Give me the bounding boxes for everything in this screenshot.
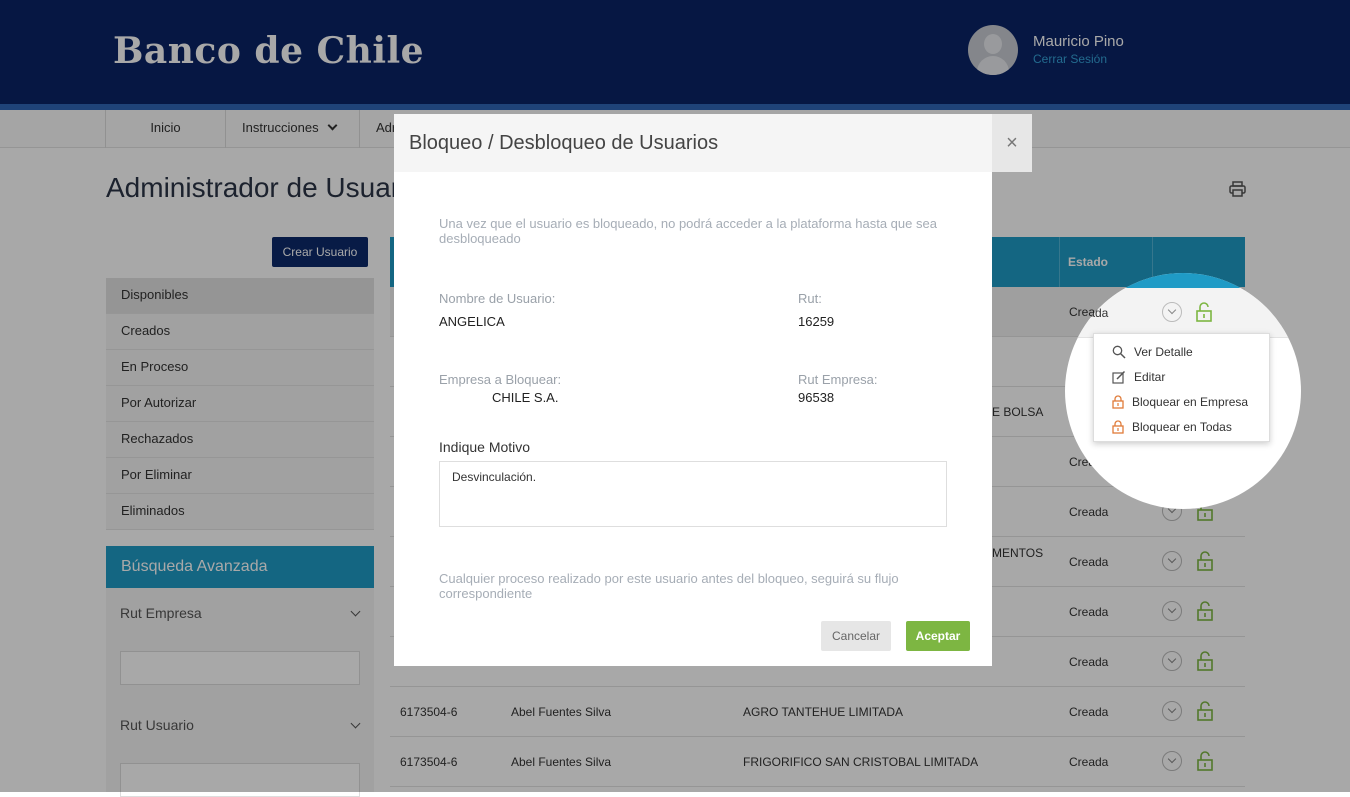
company-value: CHILE S.A. [492,390,559,405]
reason-label: Indique Motivo [439,439,531,455]
cancel-button[interactable]: Cancelar [821,621,891,651]
username-value: ANGELICA [439,314,505,329]
block-user-modal: Bloqueo / Desbloqueo de Usuarios × Una v… [394,114,1032,666]
search-icon [1112,345,1126,359]
menu-item-label: Editar [1134,370,1166,384]
menu-item-label: Bloquear en Empresa [1132,395,1249,409]
row-estado: Creada [1069,306,1109,320]
rut-value: 16259 [798,314,835,329]
process-note-text: Cualquier proceso realizado por este usu… [439,571,899,601]
modal-title: Bloqueo / Desbloqueo de Usuarios [409,132,719,154]
modal-header: Bloqueo / Desbloqueo de Usuarios × [394,114,1032,172]
reason-textarea[interactable]: Desvinculación. [439,461,947,527]
edit-icon [1112,370,1126,384]
block-warning-text: Una vez que el usuario es bloqueado, no … [439,216,937,246]
username-label: Nombre de Usuario: [439,291,556,306]
lock-icon [1112,420,1124,434]
company-rut-label: Rut Empresa: [798,372,878,387]
row-actions-toggle[interactable] [1162,302,1182,322]
company-rut-value: 96538 [798,390,835,405]
row-context-menu: Ver Detalle Editar Bloquear en Empresa B… [1093,333,1270,442]
magnified-table-header [1065,273,1301,288]
accept-button[interactable]: Aceptar [906,621,970,651]
magnified-row[interactable]: Creada [1065,288,1301,338]
close-icon[interactable]: × [992,114,1032,172]
menu-item-label: Bloquear en Todas [1132,420,1232,434]
lock-icon [1112,395,1124,409]
menu-item-label: Ver Detalle [1134,345,1193,359]
rut-label: Rut: [798,291,822,306]
unlock-icon[interactable] [1196,302,1212,322]
company-label: Empresa a Bloquear: [439,372,562,387]
